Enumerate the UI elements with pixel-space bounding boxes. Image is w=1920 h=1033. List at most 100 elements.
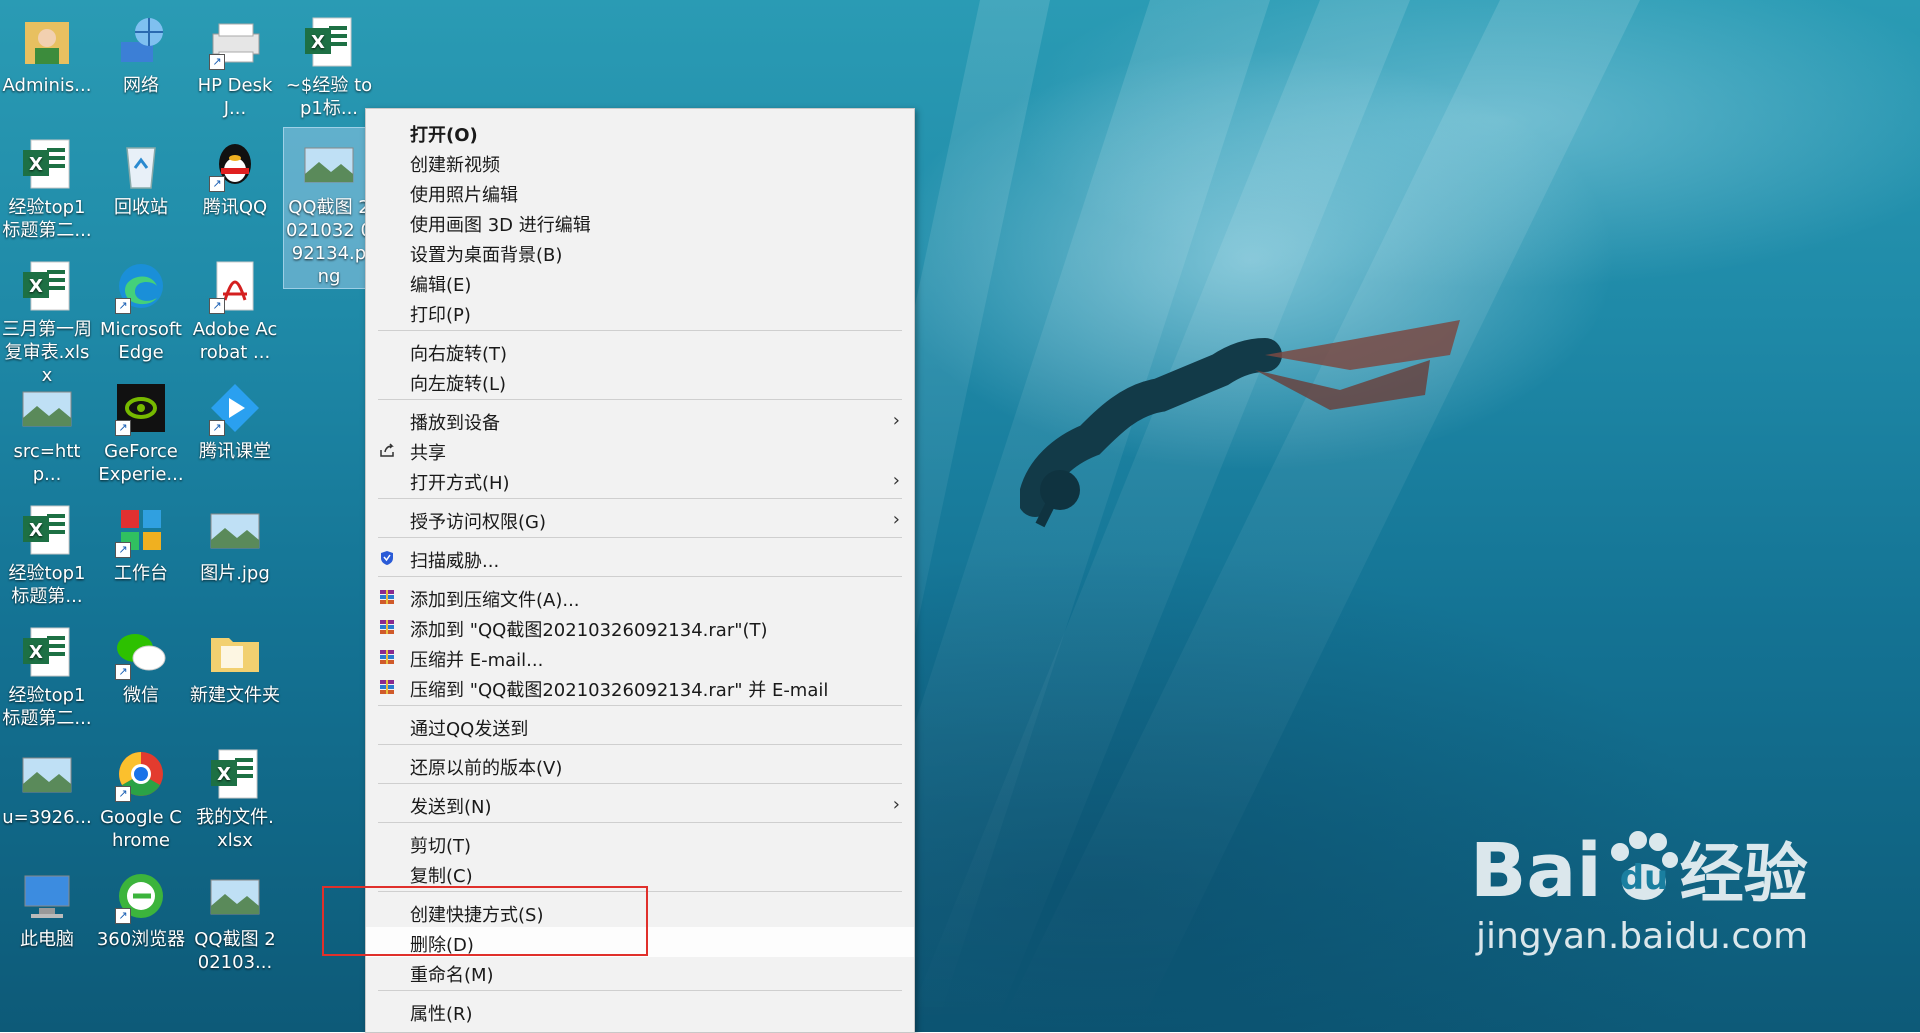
desktop-icon[interactable]: Adminis... [2, 6, 92, 97]
nvidia-icon: ↗ [111, 378, 171, 438]
desktop-icon[interactable]: ↗ 腾讯QQ [190, 128, 280, 219]
desktop-icon[interactable]: ↗ 工作台 [96, 494, 186, 585]
winrar-icon [380, 620, 394, 634]
desktop-icon[interactable]: ↗ HP DeskJ... [190, 6, 280, 120]
desktop-icon[interactable]: 回收站 [96, 128, 186, 219]
edge-icon: ↗ [111, 256, 171, 316]
menu-item-copy[interactable]: 复制(C) [366, 858, 914, 888]
desktop-icon[interactable]: ↗ Google Chrome [96, 738, 186, 852]
recycle-bin-icon [111, 134, 171, 194]
menu-item-open[interactable]: 打开(O) [366, 117, 914, 147]
desktop-icon[interactable]: 此电脑 [2, 860, 92, 951]
menu-separator [378, 330, 902, 331]
menu-item-add-to-rar[interactable]: 添加到 "QQ截图20210326092134.rar"(T) [366, 612, 914, 642]
menu-separator [378, 744, 902, 745]
menu-item-edit-with-photos[interactable]: 使用照片编辑 [366, 177, 914, 207]
menu-separator [378, 990, 902, 991]
shortcut-arrow-icon: ↗ [115, 664, 131, 680]
menu-item-label: 使用照片编辑 [410, 185, 518, 206]
menu-item-label: 设置为桌面背景(B) [410, 245, 563, 266]
shortcut-arrow-icon: ↗ [115, 786, 131, 802]
printer-icon: ↗ [205, 12, 265, 72]
desktop-icon[interactable]: ↗ Adobe Acrobat ... [190, 250, 280, 364]
menu-item-restore-versions[interactable]: 还原以前的版本(V) [366, 750, 914, 780]
desktop-icon[interactable]: X 经验top1 标题第二... [2, 616, 92, 730]
desktop-icon[interactable]: X ~$经验 top1标... [284, 6, 374, 120]
desktop-icon-label: QQ截图 202103... [194, 929, 276, 973]
menu-item-edit[interactable]: 编辑(E) [366, 267, 914, 297]
desktop-icon[interactable]: QQ截图 2021032 092134.p ng [283, 127, 375, 289]
menu-item-add-to-archive[interactable]: 添加到压缩文件(A)... [366, 582, 914, 612]
menu-item-compress-rar-email[interactable]: 压缩到 "QQ截图20210326092134.rar" 并 E-mail [366, 672, 914, 702]
shortcut-arrow-icon: ↗ [209, 420, 225, 436]
desktop-icon-label: 腾讯QQ [202, 197, 268, 218]
desktop-icon[interactable]: ↗ 微信 [96, 616, 186, 707]
menu-separator [378, 399, 902, 400]
chevron-right-icon: › [892, 509, 900, 530]
360-browser-icon: ↗ [111, 866, 171, 926]
menu-item-give-access[interactable]: 授予访问权限(G) › [366, 504, 914, 534]
menu-item-set-wallpaper[interactable]: 设置为桌面背景(B) [366, 237, 914, 267]
desktop-icon[interactable]: ↗ 腾讯课堂 [190, 372, 280, 463]
menu-item-label: 重命名(M) [410, 965, 494, 986]
desktop-icon[interactable]: QQ截图 202103... [190, 860, 280, 974]
menu-separator [378, 498, 902, 499]
menu-item-label: 授予访问权限(G) [410, 512, 546, 533]
menu-item-rotate-left[interactable]: 向左旋转(L) [366, 366, 914, 396]
menu-item-print[interactable]: 打印(P) [366, 297, 914, 327]
desktop-icon[interactable]: X 我的文件. xlsx [190, 738, 280, 852]
menu-item-properties[interactable]: 属性(R) [366, 996, 914, 1026]
excel-icon: X [17, 256, 77, 316]
desktop-icon-label: 图片.jpg [200, 563, 270, 584]
desktop-icon-label: 360浏览器 [96, 929, 186, 950]
shortcut-arrow-icon: ↗ [115, 542, 131, 558]
menu-item-cut[interactable]: 剪切(T) [366, 828, 914, 858]
desktop-icon[interactable]: u=3926... [2, 738, 92, 829]
svg-text:X: X [217, 764, 231, 785]
menu-item-send-to[interactable]: 发送到(N) › [366, 789, 914, 819]
desktop-icon[interactable]: 网络 [96, 6, 186, 97]
svg-text:X: X [29, 642, 43, 663]
menu-item-label: 扫描威胁... [410, 551, 500, 572]
menu-item-compress-email[interactable]: 压缩并 E-mail... [366, 642, 914, 672]
menu-item-share[interactable]: 共享 [366, 435, 914, 465]
menu-item-rename[interactable]: 重命名(M) [366, 957, 914, 987]
menu-item-cast-to-device[interactable]: 播放到设备 › [366, 405, 914, 435]
excel-icon: X [17, 500, 77, 560]
menu-item-create-video[interactable]: 创建新视频 [366, 147, 914, 177]
workbench-icon: ↗ [111, 500, 171, 560]
desktop-icon-label: 经验top1 标题第二... [2, 685, 92, 729]
desktop-icon-label: 网络 [123, 75, 159, 96]
shortcut-arrow-icon: ↗ [115, 298, 131, 314]
menu-item-label: 打开方式(H) [410, 473, 510, 494]
highlight-annotation-box [322, 886, 648, 956]
desktop-icon[interactable]: src=http... [2, 372, 92, 486]
menu-item-label: 编辑(E) [410, 275, 472, 296]
computer-icon [17, 866, 77, 926]
menu-item-edit-with-paint3d[interactable]: 使用画图 3D 进行编辑 [366, 207, 914, 237]
desktop-icon[interactable]: X 三月第一周 复审表.xlsx [2, 250, 92, 387]
desktop-icon[interactable]: ↗ 360浏览器 [96, 860, 186, 951]
menu-item-scan-threats[interactable]: 扫描威胁... [366, 543, 914, 573]
image-icon [299, 134, 359, 194]
menu-separator [378, 822, 902, 823]
svg-text:X: X [29, 154, 43, 175]
desktop-icon[interactable]: ↗ Microsoft Edge [96, 250, 186, 364]
shortcut-arrow-icon: ↗ [209, 176, 225, 192]
image-icon [205, 500, 265, 560]
svg-text:X: X [311, 32, 325, 53]
desktop-icon[interactable]: X 经验top1 标题第... [2, 494, 92, 608]
menu-item-open-with[interactable]: 打开方式(H) › [366, 465, 914, 495]
desktop-icon[interactable]: 新建文件夹 [190, 616, 280, 707]
baidu-jingyan-watermark: Bai du 经验 jingyan.baidu.com [1470, 828, 1808, 959]
winrar-icon [380, 650, 394, 664]
menu-item-rotate-right[interactable]: 向右旋转(T) [366, 336, 914, 366]
menu-separator [378, 705, 902, 706]
menu-item-send-via-qq[interactable]: 通过QQ发送到 [366, 711, 914, 741]
desktop-icon[interactable]: 图片.jpg [190, 494, 280, 585]
menu-item-label: 添加到 "QQ截图20210326092134.rar"(T) [410, 620, 768, 641]
desktop-icon[interactable]: X 经验top1 标题第二... [2, 128, 92, 242]
svg-text:X: X [29, 520, 43, 541]
desktop-icon[interactable]: ↗ GeForce Experie... [96, 372, 186, 486]
desktop-icon-label: Adobe Acrobat ... [192, 319, 278, 363]
